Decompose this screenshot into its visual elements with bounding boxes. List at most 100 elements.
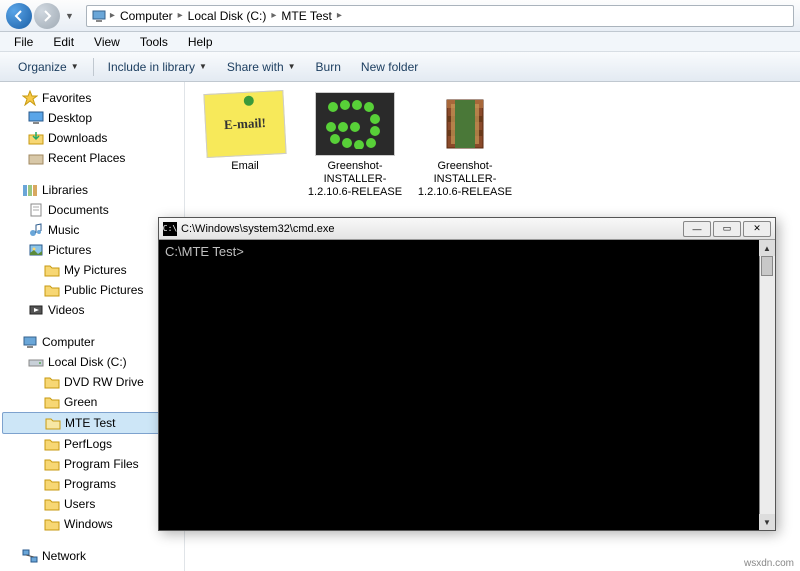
menu-tools[interactable]: Tools — [130, 33, 178, 51]
nav-item-label: Program Files — [64, 457, 139, 471]
nav-item-documents[interactable]: Documents — [0, 200, 184, 220]
cmd-title-text: C:\Windows\system32\cmd.exe — [181, 223, 681, 235]
desktop-icon — [28, 110, 44, 126]
nav-item-public-pictures[interactable]: Public Pictures — [0, 280, 184, 300]
nav-item-mte-test[interactable]: MTE Test — [2, 412, 182, 434]
nav-item-perflogs[interactable]: PerfLogs — [0, 434, 184, 454]
chevron-down-icon: ▼ — [199, 62, 207, 71]
file-thumb — [315, 92, 395, 156]
close-button[interactable]: ✕ — [743, 221, 771, 237]
nav-history-dropdown[interactable]: ▼ — [65, 11, 74, 21]
videos-icon — [28, 302, 44, 318]
nav-item-label: Public Pictures — [64, 283, 143, 297]
breadcrumb-item[interactable]: Computer — [116, 9, 177, 23]
computer-icon — [91, 8, 107, 24]
breadcrumb[interactable]: ▸ Computer ▸ Local Disk (C:) ▸ MTE Test … — [86, 5, 794, 27]
music-icon — [28, 222, 44, 238]
nav-item-users[interactable]: Users — [0, 494, 184, 514]
burn-button[interactable]: Burn — [306, 57, 351, 77]
scroll-down-icon[interactable]: ▼ — [759, 514, 775, 530]
nav-item-label: PerfLogs — [64, 437, 112, 451]
nav-header-favorites[interactable]: Favorites — [0, 88, 184, 108]
cmd-window[interactable]: C:\ C:\Windows\system32\cmd.exe — ▭ ✕ C:… — [158, 217, 776, 531]
breadcrumb-item[interactable]: Local Disk (C:) — [184, 9, 271, 23]
nav-item-label: Recent Places — [48, 151, 125, 165]
nav-item-my-pictures[interactable]: My Pictures — [0, 260, 184, 280]
nav-item-local-disk[interactable]: Local Disk (C:) — [0, 352, 184, 372]
folder-open-icon — [45, 415, 61, 431]
nav-label: Computer — [42, 335, 95, 349]
nav-item-label: Users — [64, 497, 95, 511]
scrollbar[interactable]: ▲ ▼ — [759, 240, 775, 530]
menu-file[interactable]: File — [4, 33, 43, 51]
file-thumb — [425, 92, 505, 156]
file-item-greenshot-rar[interactable]: Greenshot-INSTALLER-1.2.10.6-RELEASE — [415, 92, 515, 200]
nav-item-desktop[interactable]: Desktop — [0, 108, 184, 128]
nav-label: Favorites — [42, 91, 91, 105]
nav-item-label: Pictures — [48, 243, 91, 257]
file-name: Greenshot-INSTALLER-1.2.10.6-RELEASE — [305, 160, 405, 200]
chevron-down-icon: ▼ — [71, 62, 79, 71]
nav-group-computer: Computer Local Disk (C:) DVD RW Drive Gr… — [0, 332, 184, 534]
scroll-thumb[interactable] — [761, 256, 773, 276]
computer-icon — [22, 334, 38, 350]
nav-item-green[interactable]: Green — [0, 392, 184, 412]
menubar: File Edit View Tools Help — [0, 32, 800, 52]
nav-label: Network — [42, 549, 86, 563]
folder-icon — [44, 496, 60, 512]
nav-group-libraries: Libraries Documents Music Pictures My Pi… — [0, 180, 184, 320]
chevron-down-icon: ▼ — [288, 62, 296, 71]
cmd-titlebar[interactable]: C:\ C:\Windows\system32\cmd.exe — ▭ ✕ — [159, 218, 775, 240]
nav-item-label: MTE Test — [65, 416, 115, 430]
nav-item-windows[interactable]: Windows — [0, 514, 184, 534]
new-folder-button[interactable]: New folder — [351, 57, 428, 77]
menu-edit[interactable]: Edit — [43, 33, 84, 51]
folder-icon — [44, 262, 60, 278]
nav-header-computer[interactable]: Computer — [0, 332, 184, 352]
nav-item-dvd-drive[interactable]: DVD RW Drive — [0, 372, 184, 392]
menu-help[interactable]: Help — [178, 33, 223, 51]
file-item-greenshot-exe[interactable]: Greenshot-INSTALLER-1.2.10.6-RELEASE — [305, 92, 405, 200]
nav-item-label: Windows — [64, 517, 113, 531]
nav-item-downloads[interactable]: Downloads — [0, 128, 184, 148]
nav-item-pictures[interactable]: Pictures — [0, 240, 184, 260]
nav-item-music[interactable]: Music — [0, 220, 184, 240]
cmd-body[interactable]: C:\MTE Test> ▲ ▼ — [159, 240, 775, 530]
include-in-library-button[interactable]: Include in library▼ — [98, 57, 217, 77]
nav-item-recent-places[interactable]: Recent Places — [0, 148, 184, 168]
drive-icon — [28, 354, 44, 370]
folder-icon — [44, 394, 60, 410]
chevron-right-icon: ▸ — [270, 10, 277, 21]
nav-item-label: Local Disk (C:) — [48, 355, 127, 369]
share-with-button[interactable]: Share with▼ — [217, 57, 306, 77]
nav-group-network: Network — [0, 546, 184, 566]
organize-button[interactable]: Organize▼ — [8, 57, 89, 77]
nav-item-label: Desktop — [48, 111, 92, 125]
chevron-right-icon: ▸ — [336, 10, 343, 21]
scroll-up-icon[interactable]: ▲ — [759, 240, 775, 256]
nav-item-label: Programs — [64, 477, 116, 491]
folder-icon — [44, 436, 60, 452]
menu-view[interactable]: View — [84, 33, 130, 51]
folder-icon — [44, 282, 60, 298]
nav-item-label: Videos — [48, 303, 84, 317]
nav-item-label: Music — [48, 223, 79, 237]
file-name: Greenshot-INSTALLER-1.2.10.6-RELEASE — [415, 160, 515, 200]
folder-icon — [44, 476, 60, 492]
folder-icon — [44, 374, 60, 390]
nav-item-programs[interactable]: Programs — [0, 474, 184, 494]
libraries-icon — [22, 182, 38, 198]
breadcrumb-item[interactable]: MTE Test — [277, 9, 335, 23]
nav-header-network[interactable]: Network — [0, 546, 184, 566]
nav-forward-button[interactable] — [34, 3, 60, 29]
nav-item-program-files[interactable]: Program Files — [0, 454, 184, 474]
maximize-button[interactable]: ▭ — [713, 221, 741, 237]
nav-group-favorites: Favorites Desktop Downloads Recent Place… — [0, 88, 184, 168]
nav-back-button[interactable] — [6, 3, 32, 29]
minimize-button[interactable]: — — [683, 221, 711, 237]
nav-item-videos[interactable]: Videos — [0, 300, 184, 320]
file-item-email[interactable]: E-mail! Email — [195, 92, 295, 173]
nav-item-label: My Pictures — [64, 263, 127, 277]
cmd-icon: C:\ — [163, 222, 177, 236]
nav-header-libraries[interactable]: Libraries — [0, 180, 184, 200]
